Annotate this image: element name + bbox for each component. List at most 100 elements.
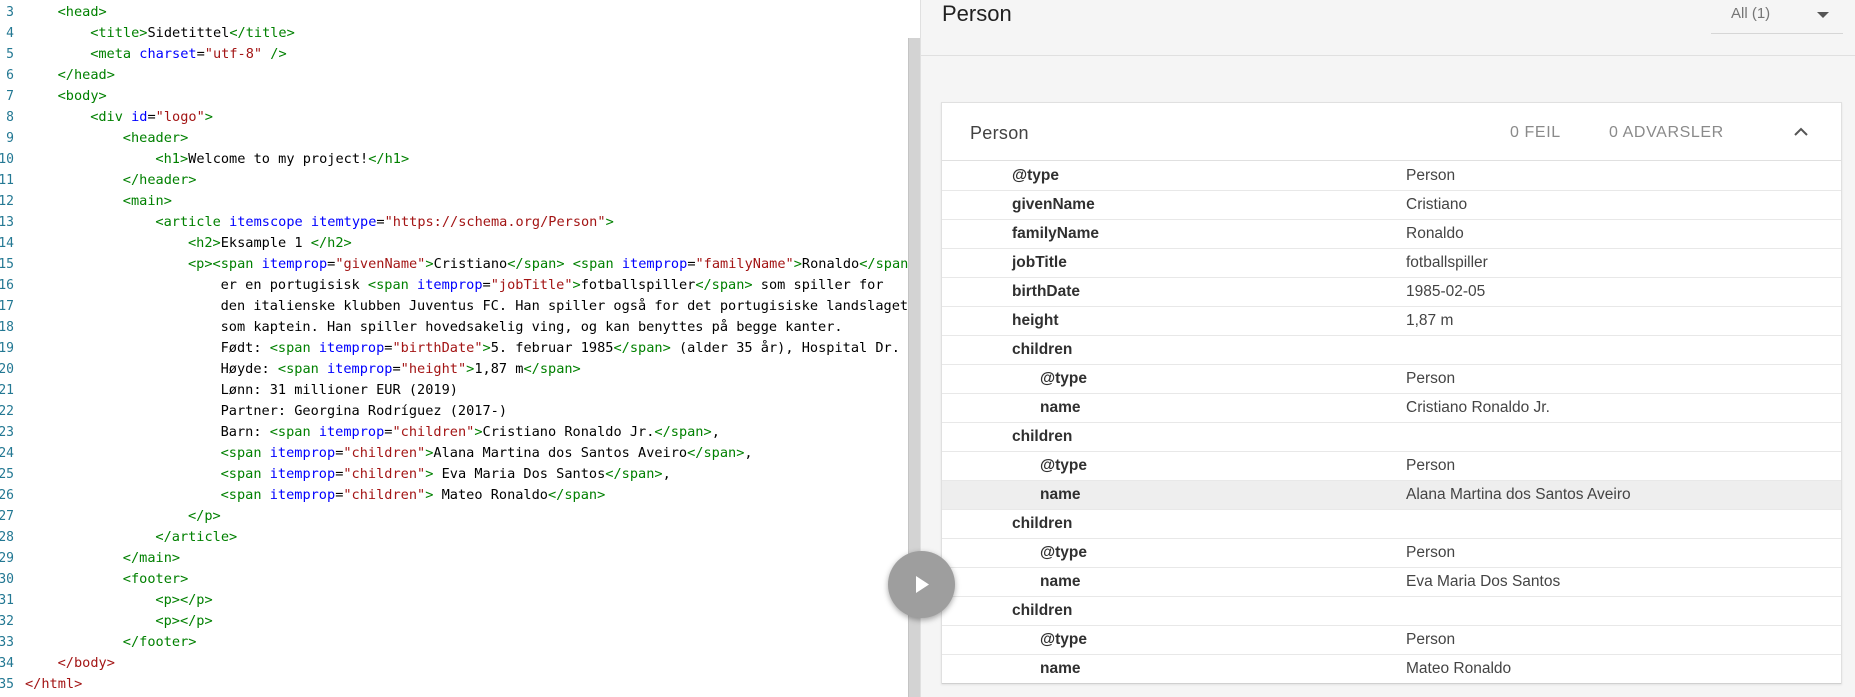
filter-dropdown[interactable]: All (1) xyxy=(1711,0,1843,34)
property-row[interactable]: children xyxy=(942,336,1841,365)
line-number: 21 xyxy=(0,383,14,398)
code-token: </footer> xyxy=(122,634,197,650)
property-key: height xyxy=(1012,312,1059,329)
code-token: = xyxy=(196,46,205,62)
code-token: den italienske klubben Juventus FC. Han … xyxy=(220,298,909,314)
property-row[interactable]: children xyxy=(942,597,1841,626)
line-number: 17 xyxy=(0,299,14,314)
code-token: itemprop xyxy=(318,424,385,440)
chevron-up-icon[interactable] xyxy=(1793,125,1809,137)
property-value: fotballspiller xyxy=(1406,254,1488,271)
code-line: <h1>Welcome to my project!</h1> xyxy=(155,149,409,170)
code-token: "utf-8" xyxy=(204,46,263,62)
code-token: , xyxy=(744,445,753,461)
line-number: 35 xyxy=(0,677,14,692)
line-number: 12 xyxy=(0,194,14,209)
property-value: Person xyxy=(1406,370,1456,387)
code-token: </header> xyxy=(122,172,197,188)
code-token: itemprop xyxy=(318,340,385,356)
property-key: children xyxy=(1012,515,1073,532)
code-line: </main> xyxy=(123,548,180,569)
code-token: </h2> xyxy=(310,235,352,251)
property-key: name xyxy=(1040,486,1081,503)
property-row[interactable]: children xyxy=(942,510,1841,539)
code-token: </span> xyxy=(687,445,745,461)
line-number: 28 xyxy=(0,530,14,545)
code-line: <p><span itemprop="givenName">Cristiano<… xyxy=(188,254,917,275)
line-number: 8 xyxy=(6,110,14,125)
property-row[interactable]: name Alana Martina dos Santos Aveiro xyxy=(942,481,1841,510)
code-line: <p></p> xyxy=(155,611,212,632)
code-line: <span itemprop="children"> Mateo Ronaldo… xyxy=(221,485,606,506)
property-row[interactable]: name Cristiano Ronaldo Jr. xyxy=(942,394,1841,423)
line-number: 16 xyxy=(0,278,14,293)
property-row[interactable]: @type Person xyxy=(942,365,1841,394)
code-area[interactable]: <head> <title>Sidetittel</title> <meta cha… xyxy=(25,2,920,697)
property-row[interactable]: @type Person xyxy=(942,162,1841,191)
property-key: @type xyxy=(1040,370,1087,387)
property-row[interactable]: @type Person xyxy=(942,626,1841,655)
code-token: itemprop xyxy=(327,361,393,377)
code-token: > xyxy=(793,256,802,272)
code-token: <span xyxy=(220,487,270,503)
property-row[interactable]: familyName Ronaldo xyxy=(942,220,1841,249)
property-key: birthDate xyxy=(1012,283,1081,300)
property-key: children xyxy=(1012,341,1073,358)
code-token: "birthDate" xyxy=(392,340,483,356)
code-line: som kaptein. Han spiller hovedsakelig vi… xyxy=(221,317,843,338)
code-line: Høyde: <span itemprop="height">1,87 m</s… xyxy=(221,359,581,380)
code-line: </article> xyxy=(155,527,237,548)
code-token: <span xyxy=(367,277,418,293)
code-token: <div xyxy=(90,109,132,125)
code-token: </p> xyxy=(188,508,221,524)
code-token: 5. februar 1985 xyxy=(490,340,614,356)
property-row[interactable]: @type Person xyxy=(942,452,1841,481)
code-line: <p></p> xyxy=(155,590,212,611)
code-token: "height" xyxy=(400,361,467,377)
code-token: > xyxy=(482,340,491,356)
result-card-header[interactable]: Person 0 FEIL 0 ADVARSLER xyxy=(942,103,1841,161)
property-key: @type xyxy=(1012,167,1059,184)
code-token: <main> xyxy=(122,193,172,209)
caret-down-icon xyxy=(1817,12,1829,18)
property-row[interactable]: givenName Cristiano xyxy=(942,191,1841,220)
code-token: <body> xyxy=(57,88,107,104)
code-line: <footer> xyxy=(123,569,188,590)
code-line: <title>Sidetittel</title> xyxy=(90,23,295,44)
code-token: Ronaldo xyxy=(801,256,860,272)
property-row[interactable]: birthDate 1985-02-05 xyxy=(942,278,1841,307)
code-token: "logo" xyxy=(155,109,205,125)
code-line: Lønn: 31 millioner EUR (2019) xyxy=(221,380,458,401)
code-token: = xyxy=(392,361,401,377)
property-key: children xyxy=(1012,428,1073,445)
property-row[interactable]: @type Person xyxy=(942,539,1841,568)
line-number: 18 xyxy=(0,320,14,335)
code-token: </span> xyxy=(654,424,712,440)
property-row[interactable]: name Eva Maria Dos Santos xyxy=(942,568,1841,597)
property-row[interactable]: children xyxy=(942,423,1841,452)
filter-value: All (1) xyxy=(1731,5,1771,22)
property-key: @type xyxy=(1040,544,1087,561)
property-key: jobTitle xyxy=(1012,254,1067,271)
code-line: Født: <span itemprop="birthDate">5. febr… xyxy=(221,338,900,359)
code-token: = xyxy=(376,214,385,230)
property-row[interactable]: jobTitle fotballspiller xyxy=(942,249,1841,278)
line-number: 27 xyxy=(0,509,14,524)
code-token: </body> xyxy=(57,655,115,671)
code-token: <span xyxy=(220,466,270,482)
property-row[interactable]: height 1,87 m xyxy=(942,307,1841,336)
code-line: <header> xyxy=(123,128,188,149)
code-token: <h2> xyxy=(188,235,221,251)
code-token: Barn: xyxy=(220,424,270,440)
line-number: 24 xyxy=(0,446,14,461)
property-row[interactable]: name Mateo Ronaldo xyxy=(942,655,1841,684)
code-editor[interactable]: 3 4 5 6 7 8 9 10 11 12 13 14 15 16 17 18 19 20 21 22 23 24 25 2… xyxy=(0,0,920,697)
line-number: 9 xyxy=(6,131,14,146)
property-value: Person xyxy=(1406,457,1456,474)
code-line: <article itemscope itemtype="https://sch… xyxy=(155,212,613,233)
property-key: familyName xyxy=(1012,225,1100,242)
code-token: <span xyxy=(269,340,319,356)
code-line: <div id="logo"> xyxy=(90,107,213,128)
run-button[interactable] xyxy=(888,551,955,618)
line-number: 5 xyxy=(6,47,14,62)
